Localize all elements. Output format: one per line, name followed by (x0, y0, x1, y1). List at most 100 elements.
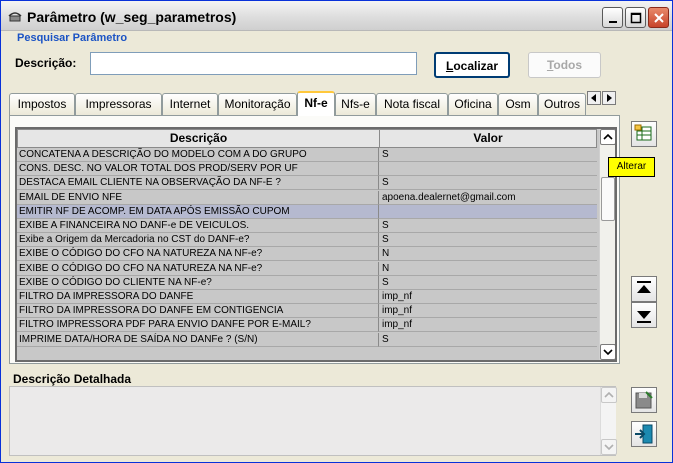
close-button[interactable] (648, 7, 669, 28)
cell-descricao: EXIBE O CÓDIGO DO CLIENTE NA NF-e? (17, 275, 379, 290)
close-icon (654, 13, 664, 23)
table-row[interactable]: CONS. DESC. NO VALOR TOTAL DOS PROD/SERV… (17, 162, 597, 177)
cell-valor: S (379, 276, 597, 290)
cell-descricao: Exibe a Origem da Mercadoria no CST do D… (17, 233, 379, 248)
tab-osm[interactable]: Osm (498, 93, 538, 115)
cell-descricao: FILTRO IMPRESSORA PDF PARA ENVIO DANFE P… (17, 318, 379, 333)
search-group-title: Pesquisar Parâmetro (17, 32, 128, 44)
cell-descricao: EXIBE O CÓDIGO DO CFO NA NATUREZA NA NF-… (17, 247, 379, 262)
chevron-right-icon (607, 94, 612, 102)
tab-panel-nf-e: Descrição Valor CONCATENA A DESCRIÇÃO DO… (9, 115, 620, 364)
all-button[interactable]: Todos (528, 52, 601, 78)
table-row[interactable]: DESTACA EMAIL CLIENTE NA OBSERVAÇÃO DA N… (17, 176, 597, 191)
arrow-up-icon (604, 391, 614, 398)
move-up-button[interactable] (631, 276, 657, 302)
tab-impressoras[interactable]: Impressoras (75, 93, 162, 115)
maximize-icon (630, 12, 642, 24)
tab-oficina[interactable]: Oficina (448, 93, 498, 115)
tab-impostos[interactable]: Impostos (9, 93, 75, 115)
parameters-grid[interactable]: Descrição Valor CONCATENA A DESCRIÇÃO DO… (15, 127, 617, 362)
cell-descricao: FILTRO DA IMPRESSORA DO DANFE (17, 290, 379, 304)
minimize-icon (609, 21, 617, 23)
table-row[interactable]: FILTRO DA IMPRESSORA DO DANFE EM CONTIGE… (17, 304, 597, 319)
cell-valor: N (379, 247, 597, 262)
cell-valor: N (379, 262, 597, 276)
tab-strip: Impostos Impressoras Internet Monitoraçã… (9, 91, 620, 116)
tab-internet[interactable]: Internet (162, 93, 218, 115)
tab-scroll-right-button[interactable] (602, 91, 616, 105)
edit-button[interactable] (631, 121, 657, 147)
tab-nfs-e[interactable]: Nfs-e (335, 93, 376, 115)
alterar-tooltip: Alterar (608, 157, 655, 177)
cell-descricao: EXIBE O CÓDIGO DO CFO NA NATUREZA NA NF-… (17, 261, 379, 276)
scroll-up-button[interactable] (600, 129, 615, 145)
cell-descricao: IMPRIME DATA/HORA DE SAÍDA NO DANFe ? (S… (17, 332, 379, 347)
tab-label: Osm (505, 97, 531, 111)
scroll-down-button[interactable] (600, 344, 615, 360)
cell-descricao: EXIBE A FINANCEIRA NO DANF-e DE VEICULOS… (17, 219, 379, 233)
cell-valor: S (379, 148, 597, 162)
description-input[interactable] (90, 52, 417, 75)
table-row[interactable]: EMITIR NF DE ACOMP. EM DATA APÓS EMISSÃO… (17, 204, 597, 219)
all-button-label: Todos (546, 58, 583, 72)
arrow-up-icon (603, 133, 613, 140)
tab-nf-e[interactable]: Nf-e (297, 91, 335, 116)
minimize-button[interactable] (602, 7, 623, 28)
save-disk-icon (635, 391, 653, 409)
detail-scroll-up-button[interactable] (601, 387, 617, 403)
table-row[interactable]: EXIBE O CÓDIGO DO CFO NA NATUREZA NA NF-… (17, 261, 597, 276)
table-row[interactable]: CONCATENA A DESCRIÇÃO DO MODELO COM A DO… (17, 148, 597, 162)
tab-label: Impressoras (85, 97, 152, 111)
cell-valor: S (379, 233, 597, 248)
save-button[interactable] (631, 387, 657, 413)
tab-label: Nf-e (304, 96, 328, 110)
tab-nota-fiscal[interactable]: Nota fiscal (376, 93, 448, 115)
cell-valor: imp_nf (379, 304, 597, 319)
cell-descricao: CONS. DESC. NO VALOR TOTAL DOS PROD/SERV… (17, 162, 379, 177)
table-row[interactable]: Exibe a Origem da Mercadoria no CST do D… (17, 233, 597, 248)
column-header-descricao[interactable]: Descrição (17, 129, 380, 148)
cell-valor (379, 162, 597, 177)
exit-door-icon (635, 424, 653, 444)
table-row[interactable]: EXIBE A FINANCEIRA NO DANF-e DE VEICULOS… (17, 219, 597, 233)
cell-valor: S (379, 176, 597, 191)
tab-label: Nota fiscal (383, 97, 441, 111)
title-bar[interactable]: Parâmetro (w_seg_parametros) (1, 1, 672, 31)
maximize-button[interactable] (625, 7, 646, 28)
table-row[interactable]: EXIBE O CÓDIGO DO CLIENTE NA NF-e? S (17, 275, 597, 290)
table-row[interactable]: EXIBE O CÓDIGO DO CFO NA NATUREZA NA NF-… (17, 247, 597, 262)
table-row[interactable]: IMPRIME DATA/HORA DE SAÍDA NO DANFe ? (S… (17, 332, 597, 347)
app-icon (8, 12, 22, 22)
edit-grid-icon (634, 124, 652, 141)
cell-valor: apoena.dealernet@gmail.com (379, 191, 597, 205)
tab-label: Impostos (17, 97, 67, 111)
window-title: Parâmetro (w_seg_parametros) (27, 9, 237, 25)
detail-description-field[interactable] (9, 386, 617, 456)
chevron-left-icon (591, 94, 596, 102)
tab-label: Outros (543, 97, 580, 111)
detail-description-label: Descrição Detalhada (13, 372, 132, 386)
move-bottom-icon (637, 311, 651, 323)
tab-scroll-left-button[interactable] (587, 91, 601, 105)
move-down-button[interactable] (631, 302, 657, 328)
cell-valor (379, 204, 597, 219)
detail-scroll-down-button[interactable] (601, 439, 617, 455)
table-row[interactable]: EMAIL DE ENVIO NFE apoena.dealernet@gmail… (17, 190, 597, 205)
column-header-valor[interactable]: Valor (379, 129, 597, 148)
cell-valor: imp_nf (379, 290, 597, 304)
cell-descricao: EMITIR NF DE ACOMP. EM DATA APÓS EMISSÃO… (17, 204, 379, 219)
cell-valor: S (379, 219, 597, 233)
cell-descricao: CONCATENA A DESCRIÇÃO DO MODELO COM A DO… (17, 148, 379, 162)
table-row[interactable]: FILTRO DA IMPRESSORA DO DANFE imp_nf (17, 290, 597, 304)
exit-button[interactable] (631, 421, 657, 447)
cell-descricao: DESTACA EMAIL CLIENTE NA OBSERVAÇÃO DA N… (17, 176, 379, 191)
find-button[interactable]: Localizar (434, 52, 510, 78)
tab-monitoracao[interactable]: Monitoração (218, 93, 297, 115)
tab-label: Nfs-e (341, 97, 370, 111)
tab-label: Monitoração (224, 97, 291, 111)
table-row[interactable]: FILTRO IMPRESSORA PDF PARA ENVIO DANFE P… (17, 318, 597, 333)
cell-descricao: FILTRO DA IMPRESSORA DO DANFE EM CONTIGE… (17, 304, 379, 319)
detail-vertical-scrollbar[interactable] (600, 387, 617, 455)
tab-outros[interactable]: Outros (538, 93, 586, 115)
scroll-thumb[interactable] (601, 177, 615, 221)
